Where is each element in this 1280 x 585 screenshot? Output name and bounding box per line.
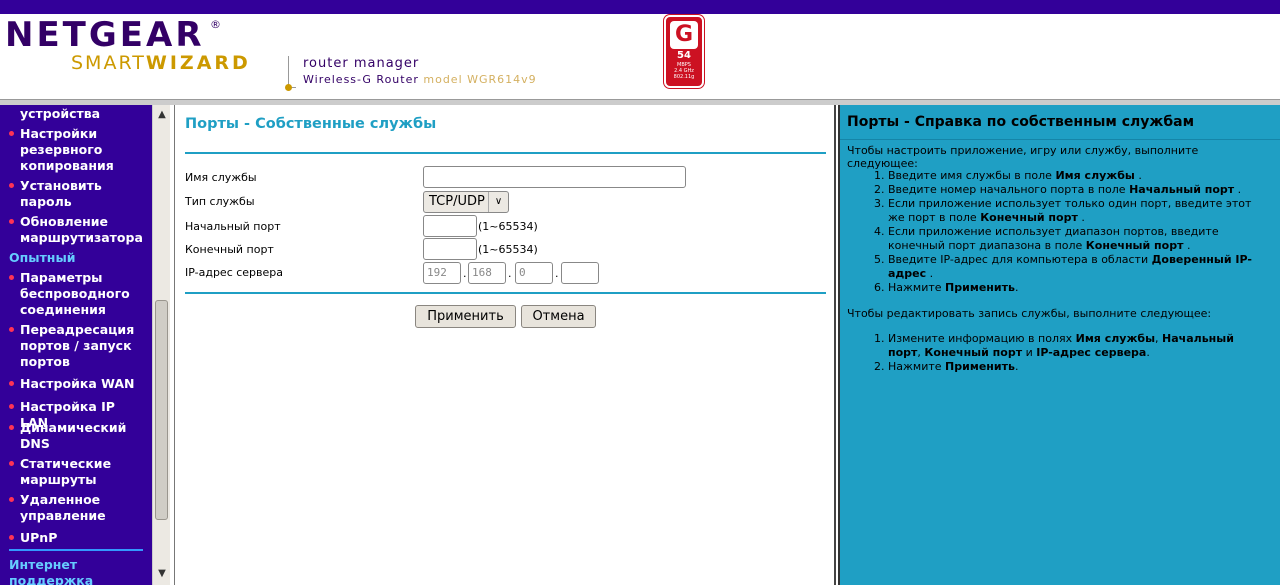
sidebar-item-device[interactable]: устройства (20, 106, 145, 122)
title-rule (185, 152, 826, 154)
help-step: Нажмите Применить. (888, 281, 1268, 295)
sidebar-item-backup[interactable]: Настройки резервного копирования (20, 126, 145, 174)
dot-decoration (285, 84, 292, 91)
wizard-text: WIZARD (145, 52, 251, 74)
sidebar-item-remote[interactable]: Удаленное управление (20, 492, 145, 524)
help-step: Если приложение использует диапазон порт… (888, 225, 1268, 253)
bullet-icon (9, 404, 14, 409)
sidebar-item-upgrade[interactable]: Обновление маршрутизатора (20, 214, 145, 246)
help-step: Введите имя службы в поле Имя службы . (888, 169, 1268, 183)
help-intro-setup: Чтобы настроить приложение, игру или слу… (847, 144, 1199, 170)
sidebar-item-port-forwarding[interactable]: Переадресация портов / запуск портов (20, 322, 145, 370)
end-port-label: Конечный порт (185, 243, 274, 256)
help-step: Измените информацию в полях Имя службы, … (888, 332, 1268, 360)
ip-octet-3[interactable]: 0 (515, 262, 553, 284)
smart-text: SMART (71, 52, 146, 74)
form-rule (185, 292, 826, 294)
badge-unit: MBPS 2.4 GHz 802.11g (666, 62, 702, 80)
help-title: Порты - Справка по собственным службам (847, 114, 1195, 130)
start-port-input[interactable] (423, 215, 477, 237)
model-name: model WGR614v9 (423, 73, 537, 86)
ip-octet-2[interactable]: 168 (468, 262, 506, 284)
model-line: Wireless-G Router model WGR614v9 (303, 73, 537, 86)
start-port-label: Начальный порт (185, 220, 281, 233)
header: NETGEAR ® SMARTWIZARD router manager Wir… (0, 14, 1280, 100)
frame-gutter (170, 105, 175, 585)
bullet-icon (9, 425, 14, 430)
sidebar-item-wan[interactable]: Настройка WAN (20, 376, 145, 392)
service-name-input[interactable] (423, 166, 686, 188)
ip-dot: . (508, 267, 512, 280)
bullet-icon (9, 461, 14, 466)
server-ip-label: IP-адрес сервера (185, 266, 284, 279)
bullet-icon (9, 497, 14, 502)
start-port-range: (1~65534) (478, 220, 538, 233)
help-divider (840, 139, 1280, 140)
sidebar-item-upnp[interactable]: UPnP (20, 530, 145, 546)
bullet-icon (9, 275, 14, 280)
sidebar-item-wireless[interactable]: Параметры беспроводного соединения (20, 270, 145, 318)
service-type-select[interactable]: TCP/UDP ∨ (423, 191, 509, 213)
netgear-logo: NETGEAR (5, 15, 205, 55)
product-name: Wireless-G Router (303, 73, 419, 86)
help-step: Введите IP-адрес для компьютера в област… (888, 253, 1268, 281)
cancel-button[interactable]: Отмена (521, 305, 596, 328)
service-name-label: Имя службы (185, 171, 257, 184)
end-port-input[interactable] (423, 238, 477, 260)
badge-std: 802.11g (673, 74, 695, 80)
ip-dot: . (463, 267, 467, 280)
badge-speed: 54 (677, 50, 691, 61)
service-type-label: Тип службы (185, 195, 255, 208)
sidebar-scrollbar[interactable]: ▲ ▼ (152, 105, 170, 585)
smartwizard-logo: SMARTWIZARD (71, 52, 251, 74)
top-bar (0, 0, 1280, 14)
sidebar-item-password[interactable]: Установить пароль (20, 178, 145, 210)
help-step: Нажмите Применить. (888, 360, 1268, 374)
main-panel: Порты - Собственные службы Имя службы Ти… (176, 105, 836, 585)
bullet-icon (9, 535, 14, 540)
help-step: Введите номер начального порта в поле На… (888, 183, 1268, 197)
ip-dot: . (555, 267, 559, 280)
help-steps-setup: Введите имя службы в поле Имя службы . В… (888, 169, 1268, 295)
help-intro-edit: Чтобы редактировать запись службы, выпол… (847, 307, 1212, 320)
bullet-icon (9, 183, 14, 188)
sidebar-section-advanced: Опытный (9, 250, 76, 265)
sidebar-item-ddns[interactable]: Динамический DNS (20, 420, 145, 452)
apply-button[interactable]: Применить (415, 305, 516, 328)
scroll-up-icon[interactable]: ▲ (154, 107, 170, 123)
sidebar-section-support[interactable]: Интернет поддержка (9, 557, 109, 585)
ip-octet-1[interactable]: 192 (423, 262, 461, 284)
page-title: Порты - Собственные службы (185, 116, 437, 132)
sidebar-separator (9, 549, 143, 551)
g-letter: G (670, 21, 698, 49)
sidebar-item-static-routes[interactable]: Статические маршруты (20, 456, 145, 488)
header-subtitle: router manager (303, 56, 420, 71)
chevron-down-icon: ∨ (488, 192, 508, 212)
sidebar: устройства Настройки резервного копирова… (0, 105, 152, 585)
registered-mark: ® (210, 18, 221, 31)
scrollbar-thumb[interactable] (155, 300, 168, 520)
bullet-icon (9, 381, 14, 386)
help-step: Если приложение использует только один п… (888, 197, 1268, 225)
end-port-range: (1~65534) (478, 243, 538, 256)
bullet-icon (9, 327, 14, 332)
help-steps-edit: Измените информацию в полях Имя службы, … (888, 332, 1268, 374)
bullet-icon (9, 219, 14, 224)
help-panel: Порты - Справка по собственным службам Ч… (838, 105, 1280, 585)
ip-octet-4[interactable] (561, 262, 599, 284)
service-type-value: TCP/UDP (429, 194, 485, 209)
bullet-icon (9, 131, 14, 136)
wireless-g-badge: G 54 MBPS 2.4 GHz 802.11g (664, 15, 704, 88)
scroll-down-icon[interactable]: ▼ (154, 566, 170, 582)
